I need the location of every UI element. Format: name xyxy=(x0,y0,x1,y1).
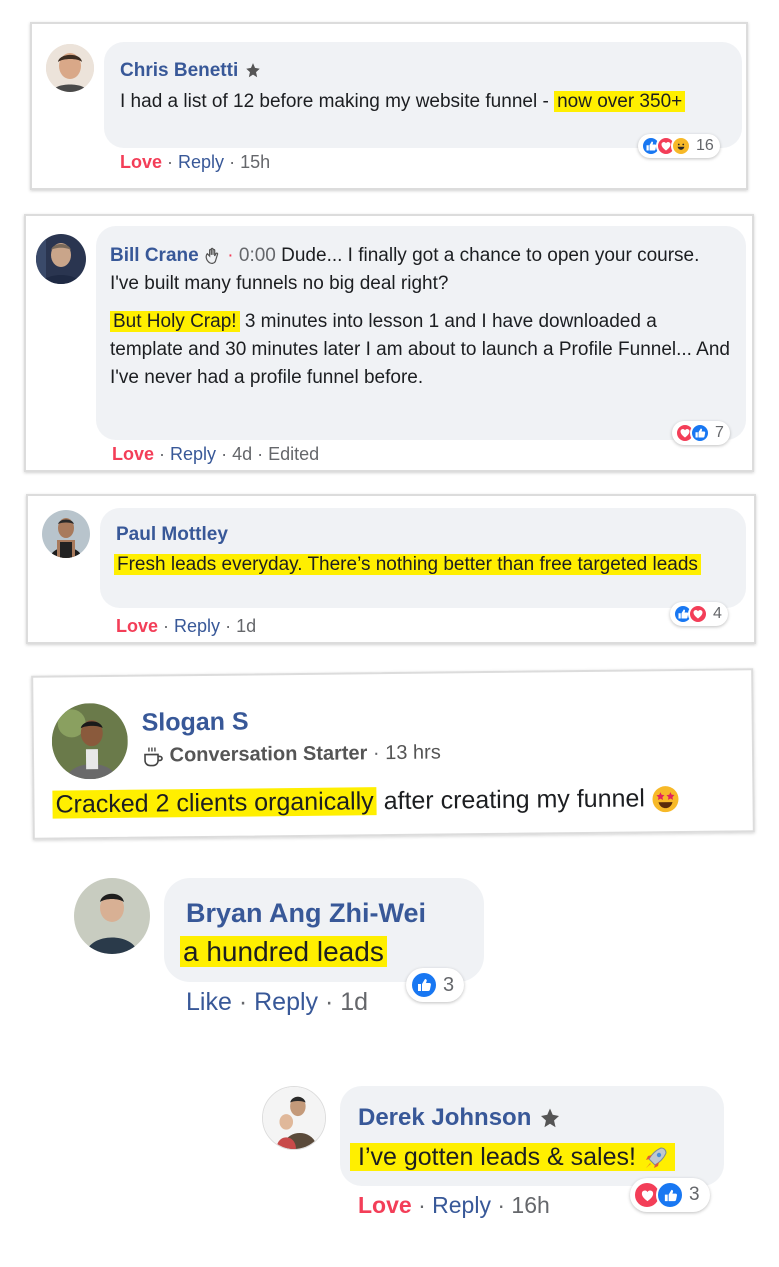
comment-text: Fresh leads everyday. There’s nothing be… xyxy=(114,552,724,578)
audio-time[interactable]: 0:00 xyxy=(239,245,276,266)
reply-link[interactable]: Reply xyxy=(254,988,318,1016)
comment-time[interactable]: 4d xyxy=(232,444,252,464)
love-action[interactable]: Love xyxy=(120,152,162,172)
comment-actions: Love · Reply · 4d · Edited xyxy=(112,444,320,464)
commenter-name[interactable]: Paul Mottley xyxy=(116,524,228,546)
highlighted-text: I’ve gotten leads & sales! xyxy=(350,1143,675,1171)
comment-time[interactable]: 16h xyxy=(511,1192,549,1218)
love-action[interactable]: Love xyxy=(116,616,158,636)
comment-text: I had a list of 12 before making my webs… xyxy=(120,88,720,116)
comment-actions: Love · Reply · 1d xyxy=(116,616,257,636)
post-text: Cracked 2 clients organically after crea… xyxy=(52,780,742,821)
comment-actions: Like · Reply · 1d xyxy=(186,988,369,1016)
like-action[interactable]: Like xyxy=(186,988,232,1016)
comment-card-bill: Bill Crane · 0:00 Dude... I finally got … xyxy=(24,214,754,472)
reply-link[interactable]: Reply xyxy=(432,1192,491,1218)
comment-time[interactable]: 1d xyxy=(236,616,256,636)
reactions-summary[interactable]: 4 xyxy=(670,602,728,626)
highlighted-text: now over 350+ xyxy=(554,91,686,112)
comment-time[interactable]: 15h xyxy=(240,152,270,172)
post-card-slogan: Slogan S Conversation Starter · 13 hrs C… xyxy=(31,668,755,840)
reactions-summary[interactable]: 3 xyxy=(630,1178,710,1212)
comment-card-paul: Paul Mottley Fresh leads everyday. There… xyxy=(26,494,756,644)
comment-derek: Derek Johnson I’ve gotten leads & sales!… xyxy=(258,1082,728,1232)
highlighted-text: But Holy Crap! xyxy=(110,311,240,332)
comment-text: Bill Crane · 0:00 Dude... I finally got … xyxy=(110,245,730,388)
reply-link[interactable]: Reply xyxy=(174,616,220,636)
like-reaction-icon xyxy=(410,971,438,999)
highlighted-text: a hundred leads xyxy=(180,936,387,967)
reactions-summary[interactable]: 7 xyxy=(672,421,730,445)
love-reaction-icon xyxy=(688,604,708,624)
comment-card-chris: Chris Benetti I had a list of 12 before … xyxy=(30,22,748,190)
haha-reaction-icon xyxy=(671,136,691,156)
reaction-count: 7 xyxy=(715,424,724,441)
like-reaction-icon xyxy=(656,1181,684,1209)
comment-actions: Love · Reply · 16h xyxy=(358,1192,550,1218)
conversation-starter-badge[interactable]: Conversation Starter xyxy=(169,742,367,766)
top-fan-badge-icon xyxy=(538,1107,562,1131)
avatar[interactable] xyxy=(46,44,94,92)
reactions-summary[interactable]: 3 xyxy=(406,968,465,1002)
avatar[interactable] xyxy=(262,1086,326,1150)
highlighted-text: Fresh leads everyday. There’s nothing be… xyxy=(114,554,701,575)
reply-link[interactable]: Reply xyxy=(178,152,224,172)
highlighted-text: Cracked 2 clients organically xyxy=(52,787,377,819)
avatar[interactable] xyxy=(36,234,86,284)
edited-label[interactable]: Edited xyxy=(268,444,319,464)
comment-time[interactable]: 1d xyxy=(340,988,368,1016)
reactions-summary[interactable]: 16 xyxy=(638,134,720,158)
comment-text: a hundred leads xyxy=(180,934,387,970)
reaction-count: 3 xyxy=(443,973,455,996)
comment-bryan: Bryan Ang Zhi-Wei a hundred leads 3 Like… xyxy=(70,872,490,1022)
post-time[interactable]: 13 hrs xyxy=(385,742,441,765)
reaction-count: 4 xyxy=(713,605,722,622)
love-action[interactable]: Love xyxy=(358,1192,412,1218)
commenter-name[interactable]: Bill Crane xyxy=(110,245,199,266)
wave-icon xyxy=(205,247,219,264)
like-reaction-icon xyxy=(690,423,710,443)
avatar[interactable] xyxy=(51,702,129,780)
reaction-count: 16 xyxy=(696,137,714,154)
avatar[interactable] xyxy=(74,878,150,954)
rocket-emoji-icon xyxy=(645,1147,667,1169)
commenter-name[interactable]: Derek Johnson xyxy=(358,1104,562,1132)
avatar[interactable] xyxy=(42,510,90,558)
star-struck-emoji-icon xyxy=(652,786,679,813)
poster-name[interactable]: Slogan S xyxy=(142,708,249,738)
commenter-name[interactable]: Bryan Ang Zhi-Wei xyxy=(186,898,426,929)
commenter-name[interactable]: Chris Benetti xyxy=(120,60,262,82)
comment-text: I’ve gotten leads & sales! xyxy=(350,1140,675,1174)
love-action[interactable]: Love xyxy=(112,444,154,464)
post-meta: Conversation Starter · 13 hrs xyxy=(142,742,441,768)
top-fan-badge-icon xyxy=(244,62,262,80)
coffee-cup-icon xyxy=(144,747,163,767)
reaction-count: 3 xyxy=(689,1184,700,1205)
reply-link[interactable]: Reply xyxy=(170,444,216,464)
comment-actions: Love · Reply · 15h xyxy=(120,152,271,172)
